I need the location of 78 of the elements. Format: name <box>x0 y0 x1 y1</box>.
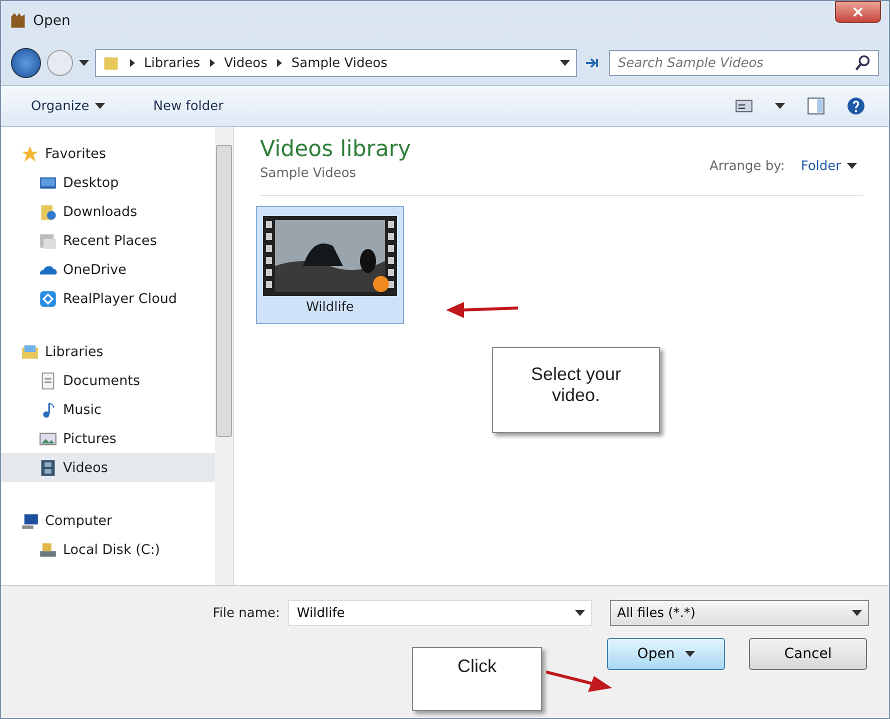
nav-item[interactable]: Local Disk (C:) <box>1 535 215 564</box>
nav-item[interactable]: Documents <box>1 366 215 395</box>
app-icon <box>39 290 57 308</box>
nav-item[interactable]: Pictures <box>1 424 215 453</box>
arrow <box>546 668 612 694</box>
nav-label: OneDrive <box>63 262 126 278</box>
nav-item[interactable]: Downloads <box>1 197 215 226</box>
caret-icon <box>852 610 862 616</box>
chevron-icon <box>128 59 136 67</box>
search-icon <box>854 54 872 72</box>
nav-item[interactable]: Recent Places <box>1 226 215 255</box>
nav-label: Videos <box>63 460 108 476</box>
close-button[interactable] <box>835 1 881 23</box>
new-folder-button[interactable]: New folder <box>147 94 230 118</box>
app-icon <box>9 12 27 30</box>
nav-item[interactable]: Music <box>1 395 215 424</box>
nav-group[interactable]: Favorites <box>1 139 215 168</box>
caret-icon <box>775 103 785 109</box>
nav-label: Recent Places <box>63 232 157 248</box>
film-icon <box>39 458 57 476</box>
nav-item[interactable]: RealPlayer Cloud <box>1 284 215 313</box>
nav-label: Pictures <box>63 430 116 446</box>
back-button[interactable] <box>11 48 41 78</box>
file-type-dropdown[interactable]: All files (*.*) <box>610 600 869 626</box>
arrange-label: Arrange by: <box>709 158 785 174</box>
caret-icon <box>560 60 570 66</box>
library-subtitle: Sample Videos <box>260 166 358 181</box>
nav-label: RealPlayer Cloud <box>63 290 177 306</box>
search-box[interactable]: Search Sample Videos <box>609 50 879 76</box>
file-name-label: File name: <box>212 606 280 620</box>
window-title: Open <box>33 13 70 29</box>
caret-icon <box>684 651 695 657</box>
places-icon <box>39 232 57 250</box>
callout-note: Select your video. <box>492 347 660 433</box>
preview-pane-icon[interactable] <box>807 97 825 115</box>
document-icon <box>39 372 57 390</box>
help-icon[interactable] <box>847 97 865 115</box>
file-name: Wildlife <box>306 300 354 314</box>
breadcrumb-link[interactable]: Libraries <box>144 56 200 70</box>
nav-label: Music <box>63 402 102 418</box>
caret-icon <box>847 163 857 169</box>
nav-group[interactable]: Libraries <box>1 337 215 366</box>
library-title: Videos library <box>260 137 411 162</box>
group-label: Favorites <box>45 146 106 162</box>
folder-icon <box>39 202 57 220</box>
nav-item[interactable]: Videos <box>1 453 215 482</box>
file-name-combo[interactable]: Wildlife <box>288 600 592 626</box>
drive-icon <box>39 540 57 558</box>
callout-note: Click <box>412 647 542 711</box>
open-button[interactable]: Open <box>607 638 725 670</box>
close-icon <box>853 7 863 17</box>
organize-menu[interactable]: Organize <box>25 94 112 118</box>
nav-label: Local Disk (C:) <box>63 542 160 558</box>
arrange-dropdown[interactable]: Folder <box>794 158 863 174</box>
nav-label: Downloads <box>63 204 138 220</box>
cancel-button[interactable]: Cancel <box>749 638 867 670</box>
nav-group[interactable]: Computer <box>1 506 215 535</box>
star-icon <box>21 144 39 162</box>
caret-icon <box>575 610 586 616</box>
address-bar[interactable]: Libraries Videos Sample Videos <box>95 49 577 77</box>
group-label: Computer <box>45 512 112 528</box>
scrollbar-thumb[interactable] <box>216 145 232 437</box>
view-icon[interactable] <box>735 97 753 115</box>
caret-icon <box>79 60 89 66</box>
nav-label: Documents <box>63 372 140 388</box>
file-item[interactable]: Wildlife <box>256 206 404 324</box>
search-field[interactable]: Search Sample Videos <box>616 54 854 72</box>
nav-item[interactable]: OneDrive <box>1 255 215 284</box>
library-icon <box>21 342 39 360</box>
group-label: Libraries <box>45 344 104 360</box>
nav-item[interactable]: Desktop <box>1 168 215 197</box>
caret-icon <box>95 103 106 109</box>
chevron-icon <box>208 59 216 67</box>
nav-label: Desktop <box>63 174 119 190</box>
breadcrumb-link[interactable]: Sample Videos <box>291 56 388 70</box>
computer-icon <box>21 512 39 530</box>
breadcrumb-link[interactable]: Videos <box>224 56 268 70</box>
chevron-icon <box>275 59 284 67</box>
